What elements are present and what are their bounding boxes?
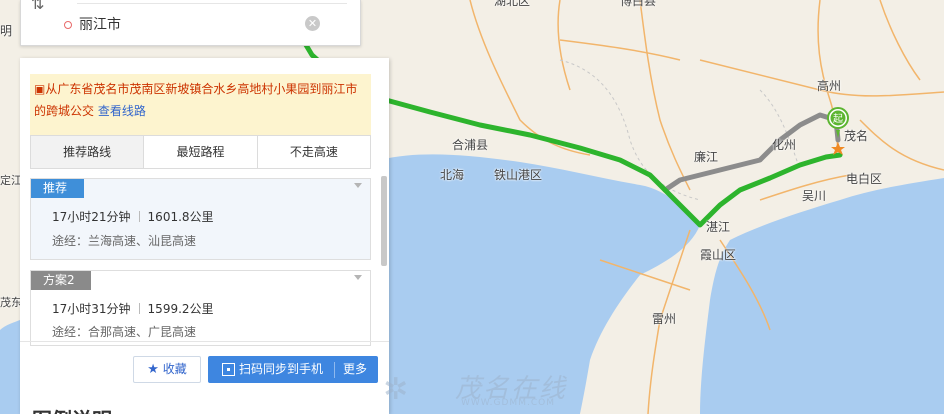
route-results-panel: ▣从广东省茂名市茂南区新坡镇合水乡高地村小果园到丽江市的跨城公交 查看线路 推荐… [20, 58, 389, 414]
route-preference-tabs: 推荐路线 最短路程 不走高速 [30, 135, 371, 169]
destination-search-box: ⇅ 丽江市 ✕ [20, 0, 361, 46]
plan-via-roads: 途经：兰海高速、汕昆高速 [52, 234, 197, 248]
plan-via-roads: 途经：合那高速、广昆高速 [52, 325, 197, 339]
expand-arrow-icon[interactable] [354, 183, 362, 188]
cross-city-bus-notice: ▣从广东省茂名市茂南区新坡镇合水乡高地村小果园到丽江市的跨城公交 查看线路 [30, 74, 371, 142]
watermark-logo-icon: ✲ [383, 372, 409, 407]
button-divider [334, 362, 335, 378]
notice-text: 从广东省茂名市茂南区新坡镇合水乡高地村小果园到丽江市的跨城公交 [34, 82, 358, 118]
plan-stats: 17小时31分钟 1599.2公里 [52, 300, 214, 317]
map-label-bobai: 博白县 [620, 0, 657, 8]
star-icon: ★ [147, 362, 159, 377]
watermark: ✲ 茂名在线 WWW.GDMM.COM [383, 368, 583, 412]
more-button[interactable]: 更多 [343, 357, 367, 382]
map-label-gaozhou: 高州 [817, 79, 842, 93]
map-label-huazhou: 化州 [772, 138, 797, 152]
plan-distance: 1601.8公里 [147, 210, 214, 224]
panel-scrollbar[interactable] [381, 176, 387, 266]
plan-distance: 1599.2公里 [147, 302, 214, 316]
qr-code-icon [222, 363, 235, 376]
route-plan-card[interactable]: 方案2 17小时31分钟 1599.2公里 途经：合那高速、广昆高速 [30, 270, 371, 346]
swap-icon[interactable]: ⇅ [31, 0, 44, 13]
footer-divider [20, 341, 389, 342]
map-label-wuchuan: 吴川 [802, 189, 827, 203]
expand-arrow-icon[interactable] [354, 275, 362, 280]
tab-shortest[interactable]: 最短路程 [143, 136, 257, 168]
sea-area-west [0, 320, 20, 414]
map-label-leizhou: 雷州 [652, 312, 677, 326]
plan-stats: 17小时21分钟 1601.8公里 [52, 208, 214, 225]
map-label-lianjiang: 廉江 [694, 150, 719, 164]
map-label-zhanjiang: 湛江 [706, 220, 731, 234]
map-label-hepu: 合浦县 [452, 138, 489, 152]
map-label-xiashan: 霞山区 [700, 248, 737, 262]
scan-sync-label: 扫码同步到手机 [239, 362, 324, 376]
favorite-label: 收藏 [162, 362, 187, 376]
plan-duration: 17小时31分钟 [52, 302, 131, 316]
map-label-dingan: 定江 [0, 174, 22, 187]
view-route-link[interactable]: 查看线路 [98, 104, 146, 118]
tab-recommended[interactable]: 推荐路线 [31, 136, 144, 168]
route-plan-card[interactable]: 推荐 17小时21分钟 1601.8公里 途经：兰海高速、汕昆高速 [30, 178, 371, 260]
map-label-beihai: 北海 [440, 168, 465, 182]
map-label-dianbai: 电白区 [846, 172, 883, 186]
bus-icon: ▣ [34, 82, 46, 96]
map-label-tieshangang: 铁山港区 [494, 168, 543, 182]
map-label-hubei: 湖北区 [494, 0, 531, 8]
destination-dot-icon [64, 21, 72, 29]
legend-heading: 图例说明 [32, 404, 112, 414]
clear-icon[interactable]: ✕ [305, 16, 320, 31]
scan-sync-button[interactable]: 扫码同步到手机 更多 [208, 356, 378, 383]
plan-duration: 17小时21分钟 [52, 210, 131, 224]
start-marker-label: 起 [833, 113, 843, 125]
map-label-maoming: 茂名 [844, 129, 869, 143]
watermark-url: WWW.GDMM.COM [461, 398, 555, 408]
map-label-lumao: 茂东 [0, 296, 22, 309]
plan-badge: 推荐 [31, 179, 84, 198]
origin-field-divider [77, 3, 347, 4]
favorite-button[interactable]: ★ 收藏 [133, 356, 201, 383]
plan-badge: 方案2 [31, 271, 91, 290]
destination-input[interactable]: 丽江市 [79, 14, 121, 34]
map-label-haokang: 明 [0, 24, 13, 38]
tab-no-highway[interactable]: 不走高速 [256, 136, 370, 168]
